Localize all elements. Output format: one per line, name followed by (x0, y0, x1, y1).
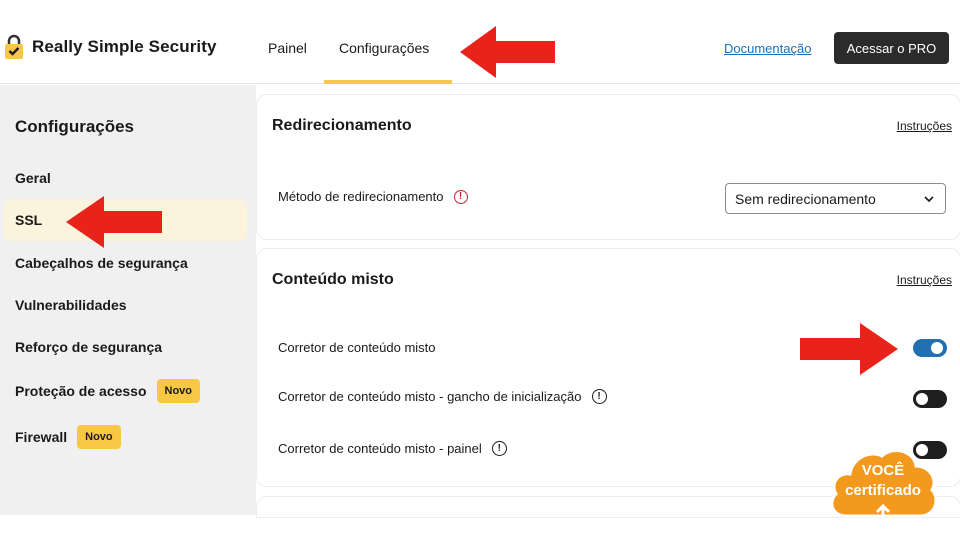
sidebar-item-label: Vulnerabilidades (15, 297, 127, 313)
badge-line-2: certificado (845, 482, 921, 499)
mixed-content-admin-row: Corretor de conteúdo misto - painel ! (278, 441, 507, 456)
sidebar-item-security-headers[interactable]: Cabeçalhos de segurança (4, 242, 247, 284)
pro-button[interactable]: Acessar o PRO (834, 32, 949, 64)
mixed-content-init-hook-toggle[interactable] (913, 390, 947, 408)
new-badge: Novo (77, 425, 121, 449)
toggle-knob (931, 342, 943, 354)
sidebar-item-label: Firewall (15, 429, 68, 445)
sidebar-item-hardening[interactable]: Reforço de segurança (4, 326, 247, 368)
tab-configuracoes[interactable]: Configurações (339, 40, 429, 56)
sidebar-item-label: Reforço de segurança (15, 339, 163, 355)
annotation-arrow-right (800, 323, 898, 375)
new-badge: Novo (156, 379, 201, 403)
row-label: Corretor de conteúdo misto - painel (278, 441, 482, 456)
sidebar-title: Configurações (15, 117, 135, 136)
instructions-link[interactable]: Instruções (897, 273, 952, 287)
card-title: Conteúdo misto (272, 271, 394, 288)
sidebar: Configurações Geral SSL Cabeçalhos de se… (0, 85, 256, 515)
chevron-down-icon (923, 192, 935, 204)
card-title: Redirecionamento (272, 117, 412, 134)
sidebar-item-access-protection[interactable]: Proteção de acesso Novo (4, 370, 247, 412)
row-label: Método de redirecionamento (278, 189, 444, 204)
select-value: Sem redirecionamento (735, 190, 876, 207)
row-label: Corretor de conteúdo misto - gancho de i… (278, 389, 582, 404)
active-tab-indicator (324, 80, 452, 84)
redirect-method-select[interactable]: Sem redirecionamento (725, 183, 946, 214)
mixed-content-fixer-row: Corretor de conteúdo misto (278, 340, 436, 355)
instructions-link[interactable]: Instruções (897, 119, 952, 133)
sidebar-item-firewall[interactable]: Firewall Novo (4, 416, 247, 458)
sidebar-item-vulnerabilities[interactable]: Vulnerabilidades (4, 284, 247, 326)
brand-name: Really Simple Security (32, 37, 217, 56)
sidebar-item-label: Geral (15, 170, 51, 186)
toggle-knob (916, 393, 928, 405)
certified-badge: VOCÊ certificado (826, 444, 940, 524)
sidebar-item-geral[interactable]: Geral (4, 157, 247, 199)
sidebar-item-label: Proteção de acesso (15, 383, 147, 399)
lock-check-icon (4, 34, 24, 60)
tab-painel[interactable]: Painel (268, 40, 307, 56)
sidebar-item-label: Cabeçalhos de segurança (15, 255, 188, 271)
exclamation-circle-outline-icon[interactable]: ! (591, 389, 607, 404)
mixed-content-fixer-toggle[interactable] (913, 339, 947, 357)
annotation-arrow-left (460, 26, 555, 78)
row-label: Corretor de conteúdo misto (278, 340, 436, 355)
mixed-content-init-hook-row: Corretor de conteúdo misto - gancho de i… (278, 389, 607, 404)
annotation-arrow-left (66, 196, 162, 248)
exclamation-circle-icon[interactable]: ! (453, 189, 468, 204)
badge-line-1: VOCÊ (861, 462, 905, 479)
brand[interactable]: Really Simple Security (4, 34, 217, 60)
redirect-method-row: Método de redirecionamento ! (278, 189, 468, 204)
redirect-card: Redirecionamento Instruções Método de re… (257, 95, 960, 239)
exclamation-circle-outline-icon[interactable]: ! (491, 441, 507, 456)
documentation-link[interactable]: Documentação (724, 41, 811, 56)
sidebar-item-label: SSL (15, 212, 43, 228)
